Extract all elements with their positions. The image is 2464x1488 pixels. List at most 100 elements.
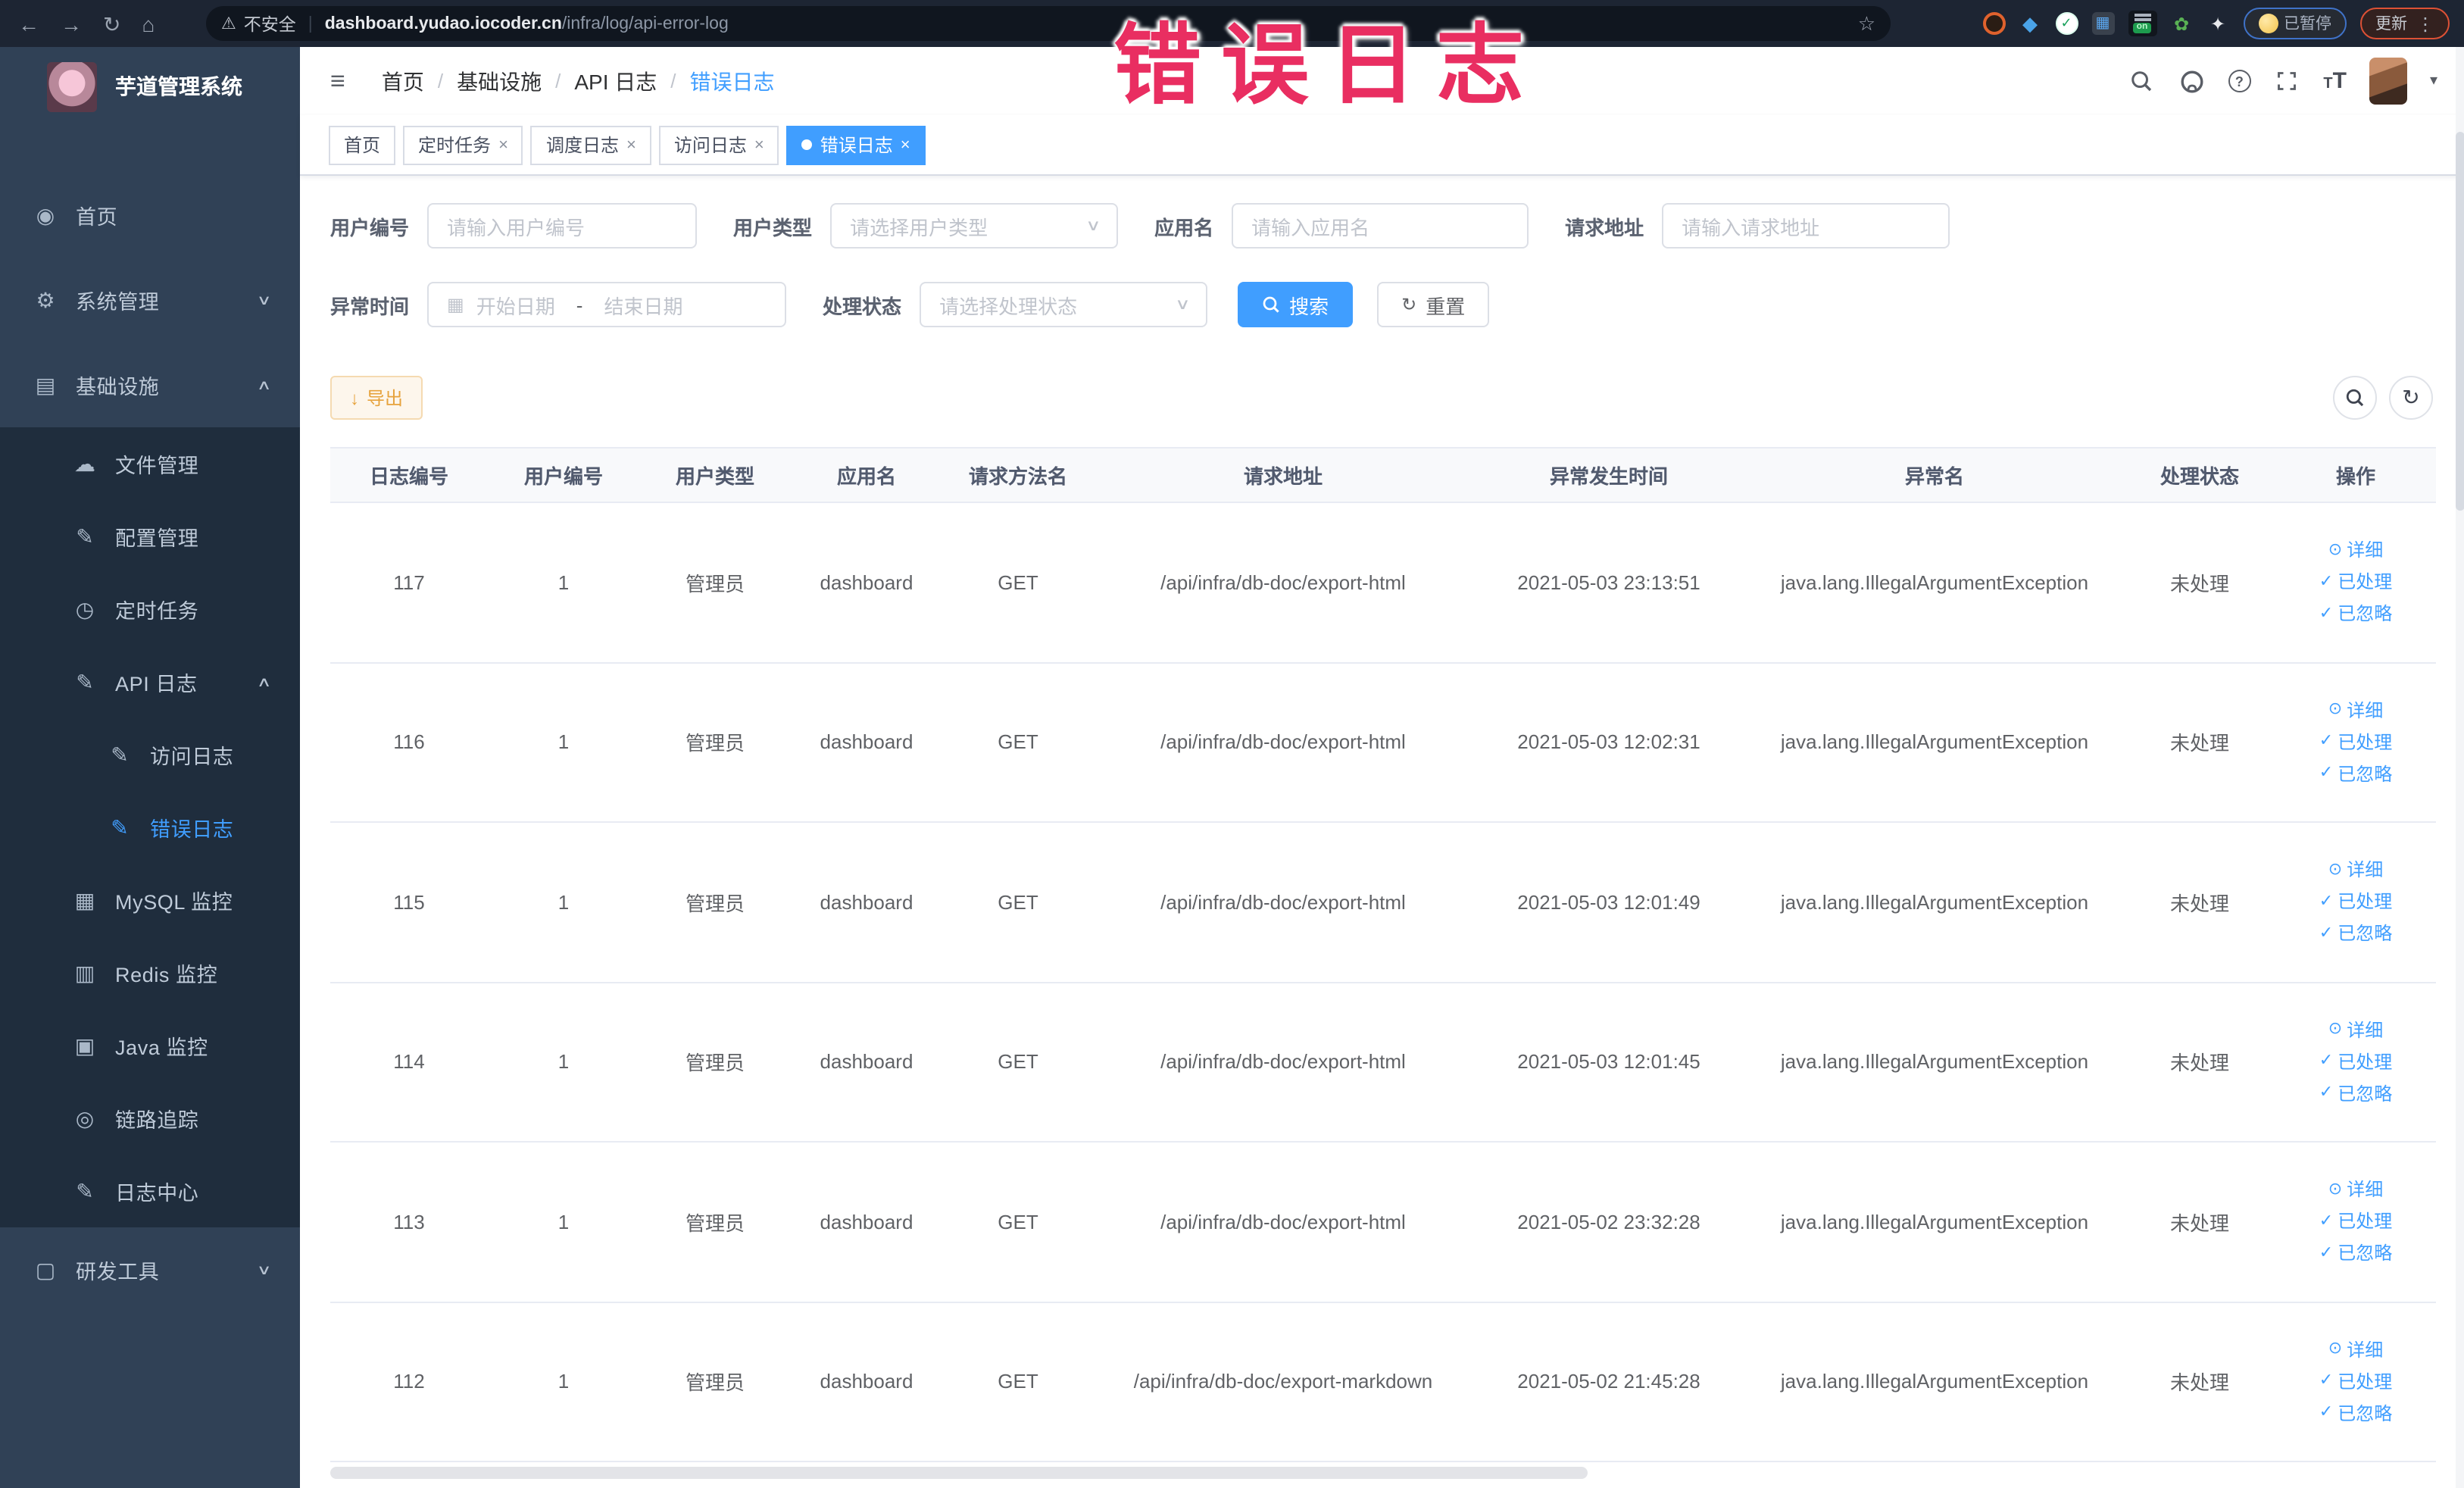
user-id-input[interactable]: 请输入用户编号 xyxy=(427,203,698,249)
sidebar-item-log-center[interactable]: ✎ 日志中心 xyxy=(0,1155,300,1227)
avatar-caret-icon[interactable]: ▾ xyxy=(2430,73,2437,89)
cell-method: GET xyxy=(998,890,1038,914)
app-logo-row[interactable]: 芋道管理系统 xyxy=(0,47,300,126)
column-header: 日志编号 xyxy=(369,465,448,488)
sidebar-item-link-tracing[interactable]: ◎ 链路追踪 xyxy=(0,1082,300,1155)
sidebar-item-scheduled-tasks[interactable]: ◷ 定时任务 xyxy=(0,573,300,646)
github-icon[interactable] xyxy=(2178,67,2205,95)
close-icon[interactable]: × xyxy=(754,136,764,154)
breadcrumb: 首页 / 基础设施 / API 日志 / 错误日志 xyxy=(382,66,775,96)
ext-target-icon[interactable] xyxy=(1982,12,2005,35)
address-bar[interactable]: ⚠ 不安全 | dashboard.yudao.iocoder.cn /infr… xyxy=(206,6,1891,41)
sidebar-item-label: 定时任务 xyxy=(115,600,199,623)
action-ignored-link[interactable]: ✓ 已忽略 xyxy=(2319,765,2392,783)
sidebar-item-dev-tools[interactable]: ▢ 研发工具 ∨ xyxy=(0,1227,300,1312)
check-icon: ✓ xyxy=(2319,924,2334,943)
action-processed-link[interactable]: ✓ 已处理 xyxy=(2319,574,2392,592)
action-ignored-link[interactable]: ✓ 已忽略 xyxy=(2319,925,2392,943)
sidebar-item-config-management[interactable]: ✎ 配置管理 xyxy=(0,500,300,573)
cell-status: 未处理 xyxy=(2169,572,2229,596)
ext-puzzle-icon[interactable]: ✦ xyxy=(2206,12,2229,35)
browser-home-icon[interactable]: ⌂ xyxy=(142,13,155,34)
tab-home[interactable]: 首页 xyxy=(329,125,396,164)
ext-grid-icon[interactable]: ▦ xyxy=(2091,12,2114,35)
sidebar-item-mysql-monitor[interactable]: ▦ MySQL 监控 xyxy=(0,864,300,936)
sidebar-item-redis-monitor[interactable]: ▥ Redis 监控 xyxy=(0,936,300,1009)
ext-leaf-icon[interactable]: ✿ xyxy=(2170,12,2193,35)
sidebar-item-access-log[interactable]: ✎ 访问日志 xyxy=(0,718,300,791)
action-processed-link[interactable]: ✓ 已处理 xyxy=(2319,1213,2392,1231)
reset-button[interactable]: ↻ 重置 xyxy=(1377,282,1490,327)
app-name-input[interactable]: 请输入应用名 xyxy=(1232,203,1529,249)
process-status-select[interactable]: 请选择处理状态 ∨ xyxy=(920,282,1208,327)
sidebar-item-error-log[interactable]: ✎ 错误日志 xyxy=(0,791,300,864)
back-icon[interactable]: ← xyxy=(18,13,39,34)
action-processed-link[interactable]: ✓ 已处理 xyxy=(2319,1053,2392,1071)
annotation-overlay-text: 错误日志 xyxy=(1113,17,1544,115)
hamburger-icon[interactable]: ≡ xyxy=(315,66,361,96)
chrome-update-badge[interactable]: 更新 ⋮ xyxy=(2360,8,2450,39)
cell-user-type: 管理员 xyxy=(685,572,745,596)
action-ignored-link[interactable]: ✓ 已忽略 xyxy=(2319,1085,2392,1103)
breadcrumb-item[interactable]: 错误日志 xyxy=(690,66,775,96)
search-button[interactable]: 搜索 xyxy=(1238,282,1354,327)
browser-menu-icon[interactable]: ⋮ xyxy=(2416,13,2434,34)
sidebar-item-file-management[interactable]: ☁ 文件管理 xyxy=(0,427,300,500)
breadcrumb-item[interactable]: 基础设施 xyxy=(457,66,542,96)
refresh-table-button[interactable]: ↻ xyxy=(2389,376,2433,420)
cell-status: 未处理 xyxy=(2169,732,2229,755)
request-url-input[interactable]: 请输入请求地址 xyxy=(1662,203,1950,249)
cell-user-id: 1 xyxy=(557,1370,570,1393)
forward-icon[interactable]: → xyxy=(61,13,82,34)
action-detail-link[interactable]: ⊙ 详细 xyxy=(2328,542,2383,560)
sidebar-item-label: 错误日志 xyxy=(150,818,234,841)
vertical-scrollbar-thumb[interactable] xyxy=(2456,132,2464,511)
export-button[interactable]: ↓ 导出 xyxy=(330,376,423,420)
cell-status: 未处理 xyxy=(2169,1052,2229,1075)
user-type-select[interactable]: 请选择用户类型 ∨ xyxy=(830,203,1119,249)
ext-green-check-icon[interactable]: ✓ xyxy=(2055,12,2078,35)
breadcrumb-item[interactable]: API 日志 xyxy=(574,66,657,96)
horizontal-scrollbar[interactable] xyxy=(330,1467,1588,1479)
font-size-icon[interactable]: TT xyxy=(2323,68,2347,94)
close-icon[interactable]: × xyxy=(626,136,636,154)
font-size-small-t: T xyxy=(2323,76,2333,92)
fullscreen-icon[interactable] xyxy=(2273,67,2300,95)
tab-job-log[interactable]: 调度日志 × xyxy=(530,125,651,164)
cell-actions: ⊙ 详细 ✓ 已处理 ✓ 已忽略 xyxy=(2275,1341,2436,1423)
security-label[interactable]: 不安全 xyxy=(244,11,296,36)
action-detail-link[interactable]: ⊙ 详细 xyxy=(2328,1021,2383,1039)
sidebar-item-system-management[interactable]: ⚙ 系统管理 ∨ xyxy=(0,258,300,342)
action-ignored-link[interactable]: ✓ 已忽略 xyxy=(2319,605,2392,624)
bookmark-star-icon[interactable]: ☆ xyxy=(1858,11,1875,36)
ext-shield-icon[interactable]: ◆ xyxy=(2019,12,2041,35)
paused-extension-badge[interactable]: 已暂停 xyxy=(2243,8,2347,39)
toggle-search-button[interactable] xyxy=(2333,376,2377,420)
breadcrumb-item[interactable]: 首页 xyxy=(382,66,424,96)
action-processed-link[interactable]: ✓ 已处理 xyxy=(2319,1373,2392,1391)
action-ignored-link[interactable]: ✓ 已忽略 xyxy=(2319,1245,2392,1263)
action-processed-link[interactable]: ✓ 已处理 xyxy=(2319,893,2392,911)
exception-time-range-picker[interactable]: ▦ 开始日期 - 结束日期 xyxy=(427,282,787,327)
search-icon[interactable] xyxy=(2128,67,2155,95)
action-detail-link[interactable]: ⊙ 详细 xyxy=(2328,702,2383,720)
sidebar-item-java-monitor[interactable]: ▣ Java 监控 xyxy=(0,1009,300,1082)
close-icon[interactable]: × xyxy=(901,136,910,154)
close-icon[interactable]: × xyxy=(498,136,508,154)
help-icon[interactable]: ? xyxy=(2228,70,2251,92)
action-detail-link[interactable]: ⊙ 详细 xyxy=(2328,1181,2383,1199)
action-ignored-link[interactable]: ✓ 已忽略 xyxy=(2319,1405,2392,1423)
user-avatar[interactable] xyxy=(2369,58,2407,105)
action-detail-link[interactable]: ⊙ 详细 xyxy=(2328,1341,2383,1359)
sidebar-item-api-log[interactable]: ✎ API 日志 ∧ xyxy=(0,646,300,718)
tab-scheduled-tasks[interactable]: 定时任务 × xyxy=(403,125,523,164)
action-processed-link[interactable]: ✓ 已处理 xyxy=(2319,733,2392,752)
tab-error-log[interactable]: 错误日志 × xyxy=(786,125,926,164)
sidebar-item-home[interactable]: ◉ 首页 xyxy=(0,173,300,258)
ext-on-switch-icon[interactable]: on xyxy=(2128,11,2156,36)
sidebar-item-infrastructure[interactable]: ▤ 基础设施 ∧ xyxy=(0,342,300,427)
vertical-scrollbar-track[interactable] xyxy=(2456,47,2464,1488)
tab-access-log[interactable]: 访问日志 × xyxy=(658,125,779,164)
reload-icon[interactable]: ↻ xyxy=(103,13,120,34)
action-detail-link[interactable]: ⊙ 详细 xyxy=(2328,861,2383,880)
